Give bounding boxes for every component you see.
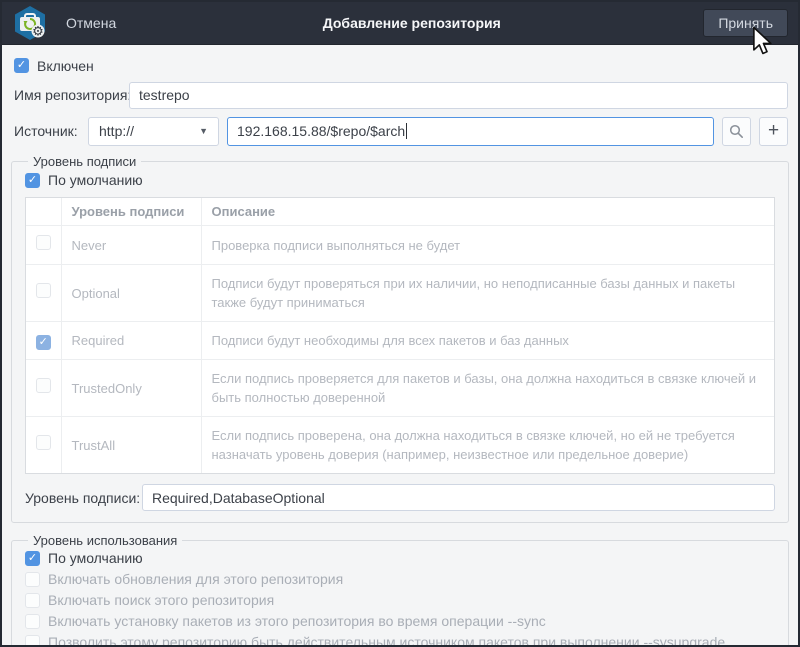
usage-updates-checkbox[interactable]: Включать обновления для этого репозитори… — [25, 571, 775, 587]
checkbox-checked-icon: ✓ — [25, 173, 40, 188]
table-row-required[interactable]: ✓ Required Подписи будут необходимы для … — [26, 322, 774, 360]
signature-level-value: Required,DatabaseOptional — [152, 490, 325, 506]
signature-frame-title: Уровень подписи — [28, 154, 141, 169]
search-icon — [729, 124, 744, 139]
usage-search-checkbox[interactable]: Включать поиск этого репозитория — [25, 592, 775, 608]
usage-option-label: Позволить этому репозиторию быть действи… — [48, 634, 725, 647]
plus-icon: + — [768, 120, 779, 142]
level-cell: TrustAll — [61, 417, 201, 474]
checkbox-unchecked-icon — [25, 614, 40, 629]
text-caret — [406, 123, 407, 139]
dialog-title: Добавление репозитория — [120, 15, 703, 31]
usage-default-checkbox[interactable]: ✓ По умолчанию — [25, 550, 775, 566]
usage-frame-title: Уровень использования — [28, 533, 182, 548]
signature-default-checkbox[interactable]: ✓ По умолчанию — [25, 172, 143, 188]
header-description-column: Описание — [201, 198, 774, 226]
level-cell: Optional — [61, 265, 201, 322]
headerbar: ⚙ Отмена Добавление репозитория Принять — [2, 2, 798, 45]
row-checkbox-unchecked[interactable] — [36, 378, 51, 393]
level-cell: Never — [61, 226, 201, 265]
usage-sync-checkbox[interactable]: Включать установку пакетов из этого репо… — [25, 613, 775, 629]
row-checkbox-unchecked[interactable] — [36, 235, 51, 250]
search-button[interactable] — [722, 117, 751, 146]
signature-level-frame: Уровень подписи ✓ По умолчанию Уровень п… — [11, 154, 789, 524]
repo-name-input[interactable]: testrepo — [129, 82, 788, 109]
table-row-trustall[interactable]: TrustAll Если подпись проверена, она дол… — [26, 417, 774, 474]
description-cell: Если подпись проверена, она должна наход… — [201, 417, 774, 474]
description-cell: Подписи будут необходимы для всех пакето… — [201, 322, 774, 360]
checkbox-unchecked-icon — [25, 593, 40, 608]
description-cell: Подписи будут проверяться при их наличии… — [201, 265, 774, 322]
checkbox-checked-icon: ✓ — [25, 551, 40, 566]
source-label: Источник: — [14, 123, 80, 139]
checkbox-checked-icon: ✓ — [14, 58, 29, 73]
chevron-down-icon: ▼ — [199, 126, 208, 136]
signature-table: Уровень подписи Описание Never Проверка … — [25, 197, 775, 474]
protocol-selected-value: http:// — [99, 123, 134, 139]
checkbox-unchecked-icon — [25, 572, 40, 587]
level-cell: TrustedOnly — [61, 360, 201, 417]
svg-text:⚙: ⚙ — [32, 24, 44, 39]
app-icon: ⚙ — [12, 5, 48, 41]
usage-option-label: Включать установку пакетов из этого репо… — [48, 613, 546, 629]
add-repository-dialog: ⚙ Отмена Добавление репозитория Принять … — [0, 0, 800, 647]
accept-button[interactable]: Принять — [703, 9, 788, 37]
signature-level-input[interactable]: Required,DatabaseOptional — [142, 484, 775, 511]
table-row-optional[interactable]: Optional Подписи будут проверяться при и… — [26, 265, 774, 322]
source-url-input[interactable]: 192.168.15.88/$repo/$arch — [227, 117, 714, 146]
mouse-pointer-icon — [751, 26, 773, 62]
table-row-never[interactable]: Never Проверка подписи выполняться не бу… — [26, 226, 774, 265]
row-checkbox-unchecked[interactable] — [36, 283, 51, 298]
add-button[interactable]: + — [759, 117, 788, 146]
usage-level-frame: Уровень использования ✓ По умолчанию Вкл… — [11, 533, 789, 647]
signature-table-header: Уровень подписи Описание — [26, 198, 774, 226]
dialog-body: ✓ Включен Имя репозитория: testrepo Исто… — [2, 45, 798, 647]
cancel-button[interactable]: Отмена — [62, 9, 120, 37]
protocol-dropdown[interactable]: http:// ▼ — [88, 117, 219, 146]
description-cell: Если подпись проверяется для пакетов и б… — [201, 360, 774, 417]
level-cell: Required — [61, 322, 201, 360]
signature-default-label: По умолчанию — [48, 172, 143, 188]
header-check-column — [26, 198, 61, 226]
header-level-column: Уровень подписи — [61, 198, 201, 226]
usage-option-label: По умолчанию — [48, 550, 143, 566]
enabled-checkbox[interactable]: ✓ Включен — [14, 58, 94, 74]
checkbox-unchecked-icon — [25, 635, 40, 647]
usage-sysupgrade-checkbox[interactable]: Позволить этому репозиторию быть действи… — [25, 634, 775, 647]
row-checkbox-checked[interactable]: ✓ — [36, 335, 51, 350]
usage-option-label: Включать поиск этого репозитория — [48, 592, 274, 608]
enabled-checkbox-label: Включен — [37, 58, 94, 74]
usage-option-label: Включать обновления для этого репозитори… — [48, 571, 343, 587]
row-checkbox-unchecked[interactable] — [36, 435, 51, 450]
source-url-value: 192.168.15.88/$repo/$arch — [237, 123, 405, 139]
table-row-trustedonly[interactable]: TrustedOnly Если подпись проверяется для… — [26, 360, 774, 417]
repo-name-value: testrepo — [139, 87, 190, 103]
repo-name-label: Имя репозитория: — [14, 87, 129, 103]
description-cell: Проверка подписи выполняться не будет — [201, 226, 774, 265]
signature-level-label: Уровень подписи: — [25, 490, 142, 506]
